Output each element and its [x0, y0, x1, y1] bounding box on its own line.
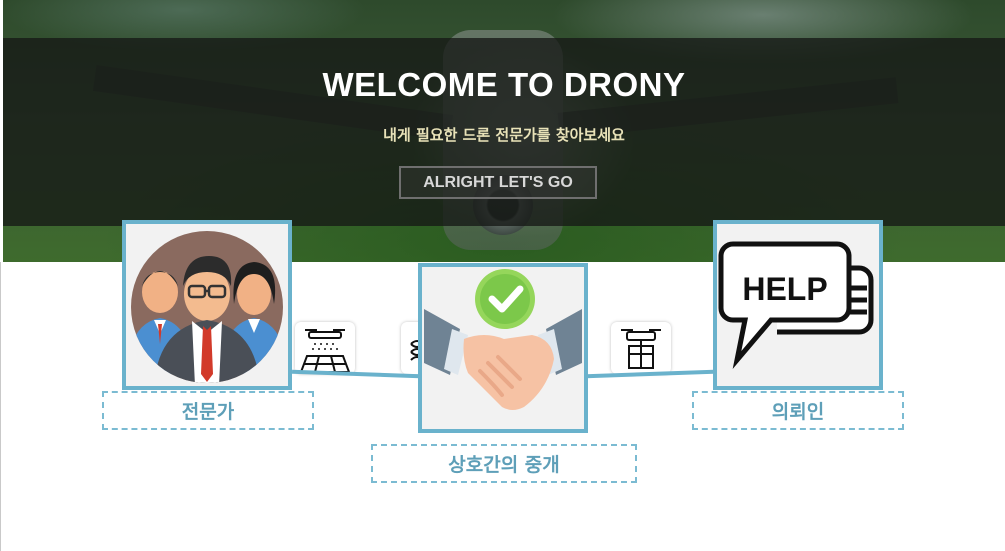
delivery-drone-icon [621, 329, 661, 369]
spray-drone-tile [295, 322, 355, 374]
handshake-check-icon [424, 269, 582, 410]
delivery-drone-tile [611, 322, 671, 374]
help-speech-bubble-icon: HELP [718, 241, 874, 369]
spray-drone-icon [299, 329, 351, 373]
expert-card[interactable] [122, 220, 292, 390]
hero-subtitle: 내게 필요한 드론 전문가를 찾아보세요 [383, 126, 625, 144]
client-label: 의뢰인 [692, 391, 904, 430]
connector-right [585, 369, 715, 379]
hero-title: WELCOME TO DRONY [322, 66, 686, 103]
page-left-border [0, 262, 1, 551]
alright-lets-go-button[interactable]: ALRIGHT LET'S GO [399, 166, 597, 199]
help-text: HELP [742, 271, 827, 307]
mediation-label: 상호간의 중개 [371, 444, 637, 483]
client-card[interactable]: HELP [713, 220, 883, 390]
expert-label: 전문가 [102, 391, 314, 430]
expert-group-icon [131, 231, 283, 383]
mediation-card[interactable] [418, 263, 588, 433]
